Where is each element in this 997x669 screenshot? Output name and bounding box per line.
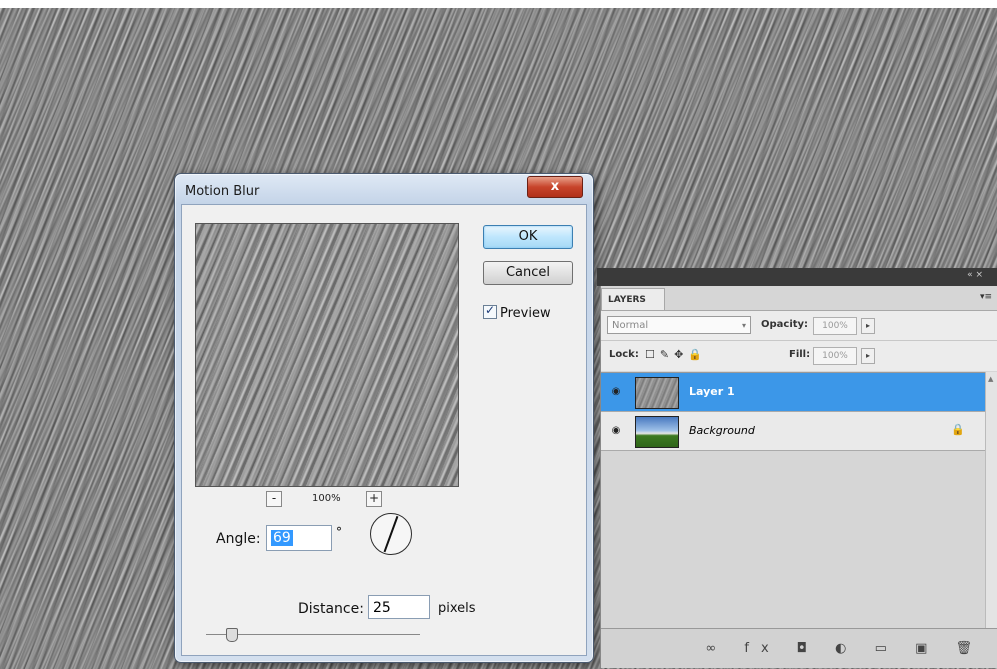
chevron-down-icon: ▾: [741, 321, 746, 330]
angle-input[interactable]: 69: [266, 525, 332, 551]
zoom-level: 100%: [312, 493, 341, 504]
layer-thumbnail: [635, 416, 679, 448]
layers-panel: LAYERS ▾≡ Normal ▾ Opacity: 100% ▸ Lock:…: [600, 286, 997, 668]
ok-button[interactable]: OK: [483, 225, 573, 249]
blend-opacity-row: Normal ▾ Opacity: 100% ▸: [601, 310, 997, 341]
opacity-label: Opacity:: [761, 319, 809, 330]
dialog-body: - 100% + OK Cancel Preview Angle: 69 ° D…: [181, 204, 587, 656]
layer-list: ◉ Layer 1 ◉ Background 🔒: [601, 372, 985, 629]
distance-slider-track[interactable]: [206, 634, 420, 635]
top-strip: [0, 0, 997, 8]
fill-input[interactable]: 100%: [813, 347, 857, 365]
layer-row-layer-1[interactable]: ◉ Layer 1: [601, 373, 985, 412]
lock-label: Lock:: [609, 349, 639, 360]
close-button[interactable]: x: [527, 176, 583, 198]
lock-options-icons[interactable]: ☐✎✥🔒: [645, 348, 707, 361]
layer-actions-icons[interactable]: ∞ fx ◘ ◐ ▭ ▣ 🗑: [705, 641, 984, 656]
panel-header-bar: « ×: [597, 268, 997, 286]
layers-scrollbar[interactable]: ▲: [985, 372, 997, 628]
visibility-eye-icon[interactable]: ◉: [605, 420, 627, 442]
angle-label: Angle:: [216, 531, 261, 547]
angle-value: 69: [271, 530, 293, 546]
motion-blur-dialog: Motion Blur x - 100% + OK Cancel Preview…: [174, 173, 594, 663]
blend-mode-select[interactable]: Normal ▾: [607, 316, 751, 334]
distance-input[interactable]: 25: [368, 595, 430, 619]
preview-label: Preview: [500, 306, 551, 321]
checkbox-checked-icon[interactable]: [483, 303, 497, 319]
visibility-eye-icon[interactable]: ◉: [605, 381, 627, 403]
opacity-input[interactable]: 100%: [813, 317, 857, 335]
fill-slider-arrow-icon[interactable]: ▸: [861, 348, 875, 364]
distance-unit: pixels: [438, 601, 476, 616]
layer-name: Layer 1: [689, 385, 735, 398]
cancel-button[interactable]: Cancel: [483, 261, 573, 285]
layer-thumbnail: [635, 377, 679, 409]
layers-bottom-toolbar: ∞ fx ◘ ◐ ▭ ▣ 🗑: [601, 628, 997, 668]
layer-row-background[interactable]: ◉ Background 🔒: [601, 412, 985, 451]
distance-label: Distance:: [298, 601, 364, 617]
opacity-slider-arrow-icon[interactable]: ▸: [861, 318, 875, 334]
scroll-up-icon[interactable]: ▲: [988, 375, 993, 383]
filter-preview[interactable]: [195, 223, 459, 487]
lock-fill-row: Lock: ☐✎✥🔒 Fill: 100% ▸: [601, 340, 997, 371]
angle-dial[interactable]: [370, 513, 412, 555]
panel-menu-icon[interactable]: ▾≡: [980, 292, 992, 302]
zoom-in-button[interactable]: +: [366, 491, 382, 507]
lock-icon: 🔒: [951, 423, 965, 436]
degree-symbol: °: [336, 525, 342, 539]
zoom-out-button[interactable]: -: [266, 491, 282, 507]
preview-checkbox[interactable]: Preview: [483, 303, 551, 321]
layer-name: Background: [689, 424, 755, 437]
collapse-panel-icon[interactable]: « ×: [967, 270, 983, 280]
fill-label: Fill:: [789, 349, 811, 360]
distance-slider-thumb[interactable]: [226, 628, 238, 642]
tab-layers[interactable]: LAYERS: [601, 288, 665, 310]
blend-mode-value: Normal: [612, 320, 649, 331]
dialog-title: Motion Blur: [185, 184, 260, 199]
